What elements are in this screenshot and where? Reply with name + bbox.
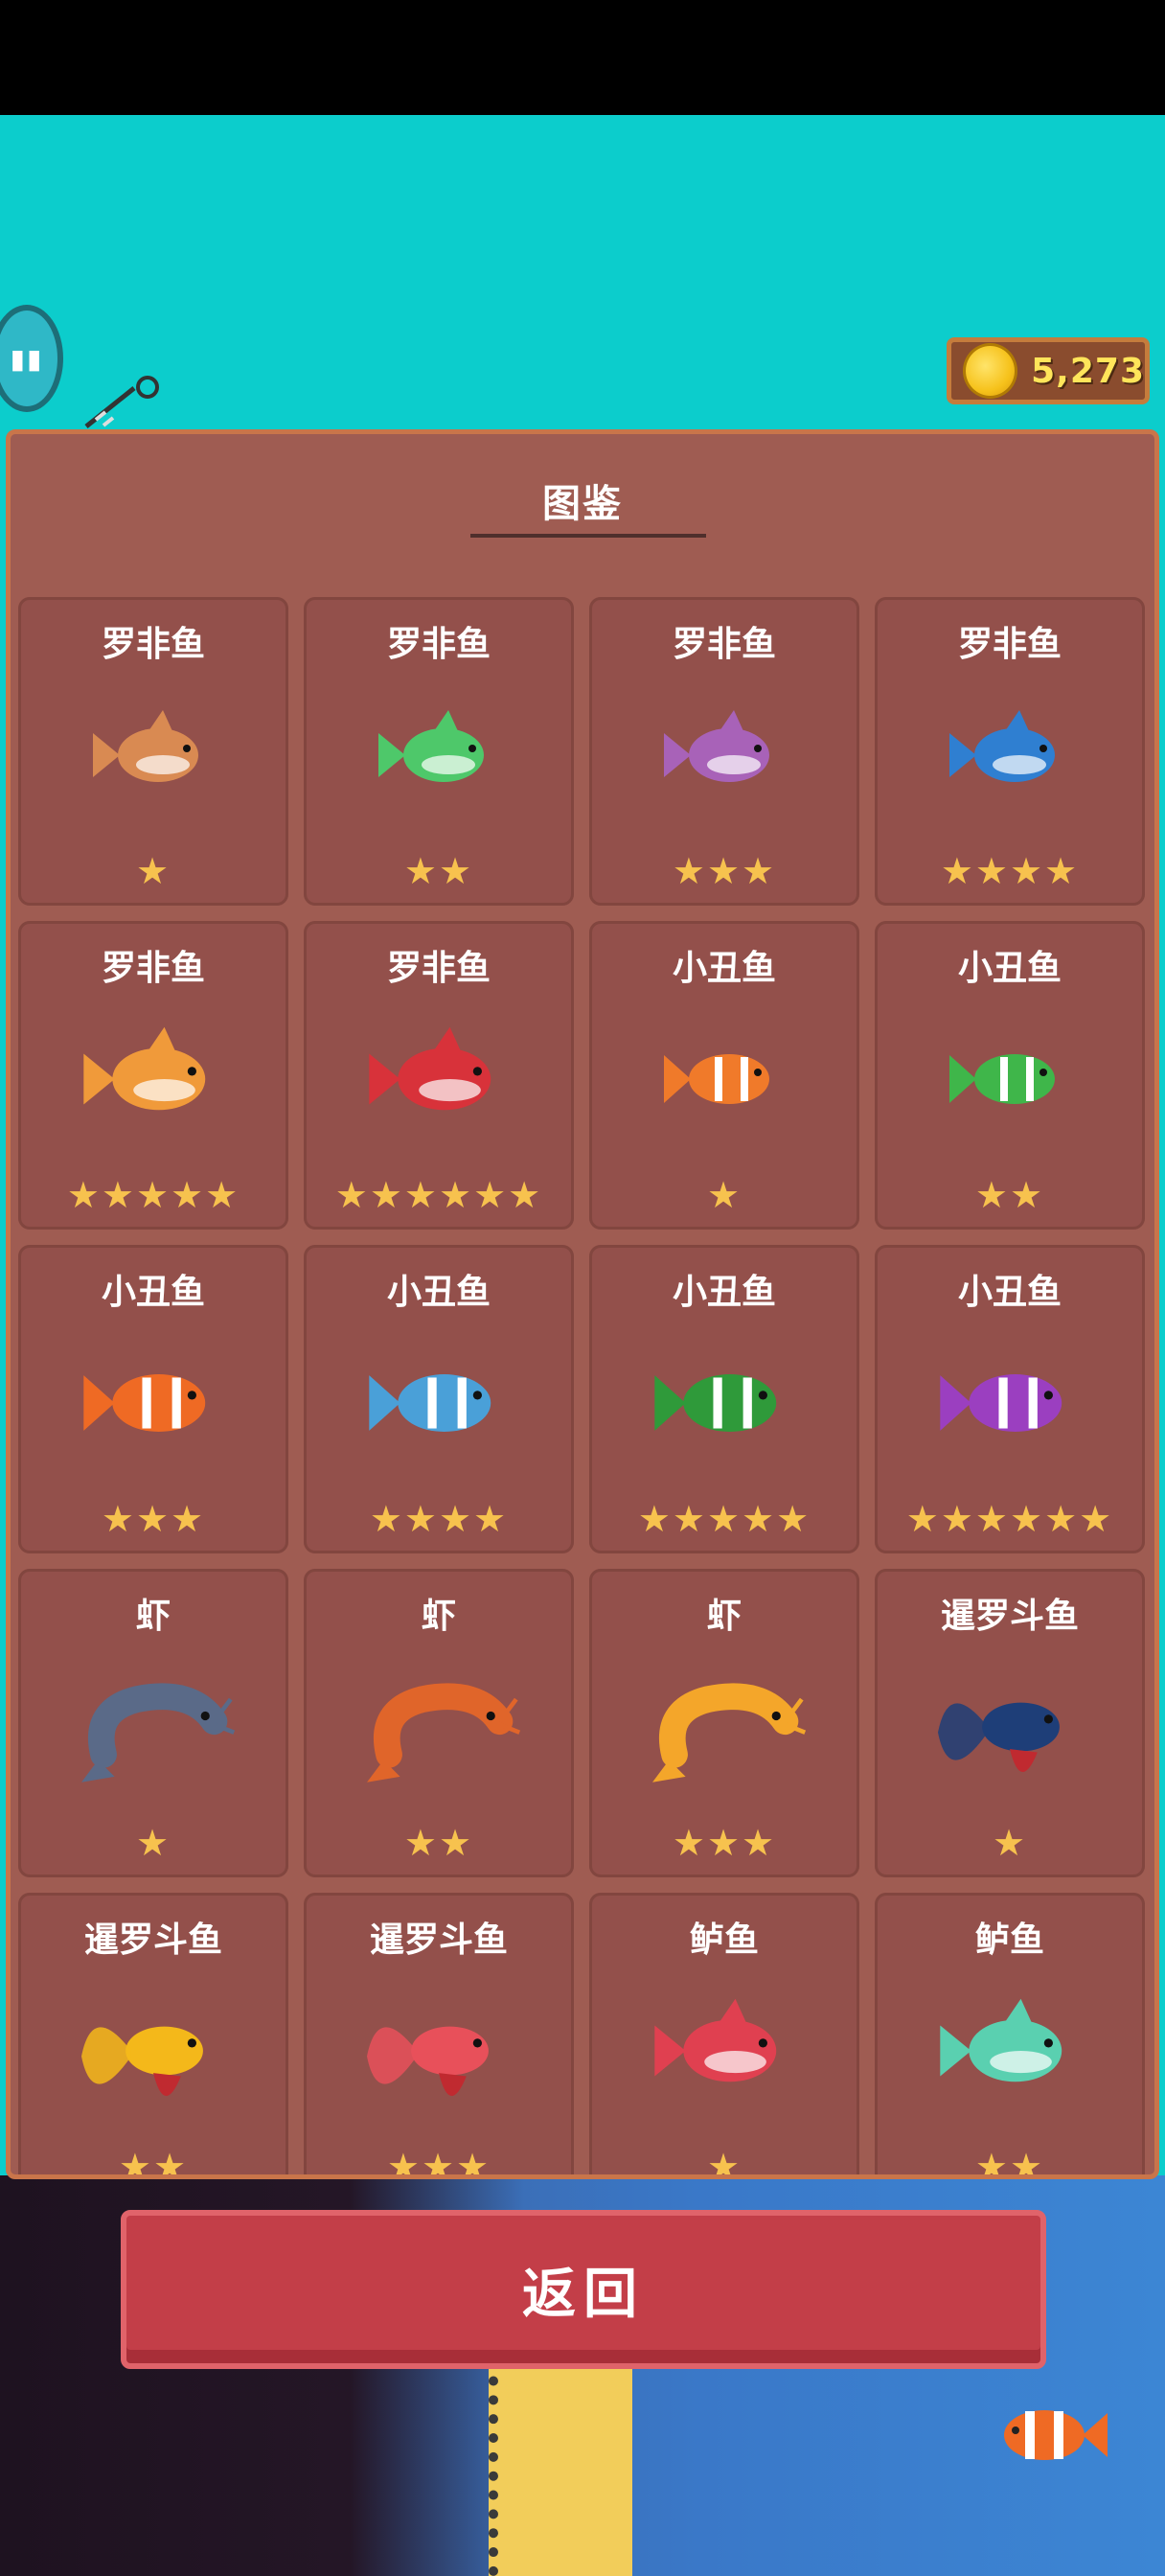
- swimming-clownfish-icon: [1004, 2410, 1108, 2460]
- card-stars: ★★★: [672, 850, 777, 892]
- clownfish-orange-icon: [589, 1007, 859, 1151]
- betta-navy-icon: [875, 1655, 1145, 1799]
- clownfish-blue-icon: [304, 1331, 574, 1475]
- clownfish-orange-large-icon: [18, 1331, 288, 1475]
- collection-card[interactable]: 虾 ★★★: [589, 1569, 859, 1877]
- bass-red-icon: [589, 1979, 859, 2123]
- betta-pink-icon: [304, 1979, 574, 2123]
- card-stars: ★: [992, 1822, 1028, 1864]
- card-name: 虾: [135, 1597, 171, 1636]
- collection-card[interactable]: 暹罗斗鱼 ★★: [18, 1893, 288, 2179]
- title-underline: [470, 534, 706, 538]
- card-name: 小丑鱼: [672, 949, 776, 988]
- clownfish-green-icon: [875, 1007, 1145, 1151]
- card-name: 鲈鱼: [689, 1920, 759, 1960]
- collection-card[interactable]: 小丑鱼 ★★★★: [304, 1245, 574, 1553]
- card-name: 罗非鱼: [101, 949, 205, 988]
- collection-card[interactable]: 鲈鱼 ★: [589, 1893, 859, 2179]
- clownfish-rainbow-icon: [875, 1331, 1145, 1475]
- collection-card[interactable]: 小丑鱼 ★★★: [18, 1245, 288, 1553]
- card-stars: ★★: [974, 2146, 1045, 2179]
- card-stars: ★★: [403, 850, 474, 892]
- status-bar: [0, 0, 1165, 115]
- card-stars: ★★: [403, 1822, 474, 1864]
- card-name: 暹罗斗鱼: [83, 1920, 222, 1960]
- card-stars: ★★★★★: [637, 1498, 811, 1540]
- collection-card[interactable]: 小丑鱼 ★: [589, 921, 859, 1230]
- tilapia-orange-icon: [18, 1007, 288, 1151]
- card-name: 鲈鱼: [974, 1920, 1044, 1960]
- collection-card[interactable]: 罗非鱼 ★★★★: [875, 597, 1145, 906]
- coin-icon: [963, 343, 1018, 399]
- collection-card[interactable]: 罗非鱼 ★★★★★★: [304, 921, 574, 1230]
- collection-card[interactable]: 虾 ★: [18, 1569, 288, 1877]
- collection-card[interactable]: 小丑鱼 ★★★★★: [589, 1245, 859, 1553]
- card-stars: ★★★★: [369, 1498, 509, 1540]
- collection-card[interactable]: 暹罗斗鱼 ★: [875, 1569, 1145, 1877]
- clownfish-darkgreen-icon: [589, 1331, 859, 1475]
- collection-card[interactable]: 小丑鱼 ★★: [875, 921, 1145, 1230]
- collection-card[interactable]: 小丑鱼 ★★★★★★: [875, 1245, 1145, 1553]
- bass-teal-icon: [875, 1979, 1145, 2123]
- collection-card[interactable]: 罗非鱼 ★: [18, 597, 288, 906]
- collection-panel: 图鉴 罗非鱼 ★ 罗非鱼 ★★ 罗非鱼 ★★★ 罗非鱼 ★★★★ 罗非鱼 ★★★…: [6, 429, 1159, 2179]
- collection-card[interactable]: 鲈鱼 ★★: [875, 1893, 1145, 2179]
- card-name: 罗非鱼: [672, 625, 776, 664]
- card-name: 暹罗斗鱼: [940, 1597, 1079, 1636]
- coin-counter: 5,273: [947, 337, 1150, 404]
- back-button[interactable]: 返回: [121, 2210, 1046, 2369]
- collection-card[interactable]: 罗非鱼 ★★★★★: [18, 921, 288, 1230]
- card-name: 小丑鱼: [386, 1273, 491, 1312]
- shrimp-gold-icon: [589, 1655, 859, 1799]
- shrimp-orange-icon: [304, 1655, 574, 1799]
- card-name: 小丑鱼: [957, 1273, 1062, 1312]
- card-stars: ★★: [118, 2146, 189, 2179]
- card-stars: ★: [706, 1174, 742, 1216]
- back-button-label: 返回: [522, 2263, 645, 2326]
- card-stars: ★★★★: [940, 850, 1080, 892]
- card-stars: ★★★★★★: [334, 1174, 543, 1216]
- collection-card[interactable]: 罗非鱼 ★★★: [589, 597, 859, 906]
- card-stars: ★★★: [672, 1822, 777, 1864]
- card-name: 小丑鱼: [101, 1273, 205, 1312]
- coin-value: 5,273: [1031, 351, 1145, 391]
- tilapia-brown-icon: [18, 683, 288, 827]
- card-name: 虾: [421, 1597, 456, 1636]
- card-stars: ★★★: [101, 1498, 206, 1540]
- collection-grid: 罗非鱼 ★ 罗非鱼 ★★ 罗非鱼 ★★★ 罗非鱼 ★★★★ 罗非鱼 ★★★★★ …: [18, 597, 1154, 2179]
- panel-title: 图鉴: [542, 482, 623, 526]
- card-name: 罗非鱼: [957, 625, 1062, 664]
- tilapia-purple-icon: [589, 683, 859, 827]
- card-name: 暹罗斗鱼: [369, 1920, 508, 1960]
- card-stars: ★: [135, 850, 171, 892]
- tilapia-blue-icon: [875, 683, 1145, 827]
- collection-card[interactable]: 虾 ★★: [304, 1569, 574, 1877]
- shrimp-grey-icon: [18, 1655, 288, 1799]
- card-name: 罗非鱼: [386, 625, 491, 664]
- card-name: 小丑鱼: [672, 1273, 776, 1312]
- card-name: 罗非鱼: [101, 625, 205, 664]
- card-name: 虾: [706, 1597, 742, 1636]
- face-icon: ▮▮: [10, 342, 44, 375]
- card-stars: ★★★★★★: [905, 1498, 1114, 1540]
- fishing-hook-icon: [84, 376, 159, 428]
- betta-yellow-icon: [18, 1979, 288, 2123]
- card-stars: ★: [706, 2146, 742, 2179]
- card-stars: ★★★: [386, 2146, 491, 2179]
- collection-card[interactable]: 罗非鱼 ★★: [304, 597, 574, 906]
- card-name: 罗非鱼: [386, 949, 491, 988]
- tilapia-green-icon: [304, 683, 574, 827]
- card-stars: ★: [135, 1822, 171, 1864]
- card-stars: ★★: [974, 1174, 1045, 1216]
- collection-card[interactable]: 暹罗斗鱼 ★★★: [304, 1893, 574, 2179]
- card-name: 小丑鱼: [957, 949, 1062, 988]
- card-stars: ★★★★★: [66, 1174, 240, 1216]
- tilapia-red-icon: [304, 1007, 574, 1151]
